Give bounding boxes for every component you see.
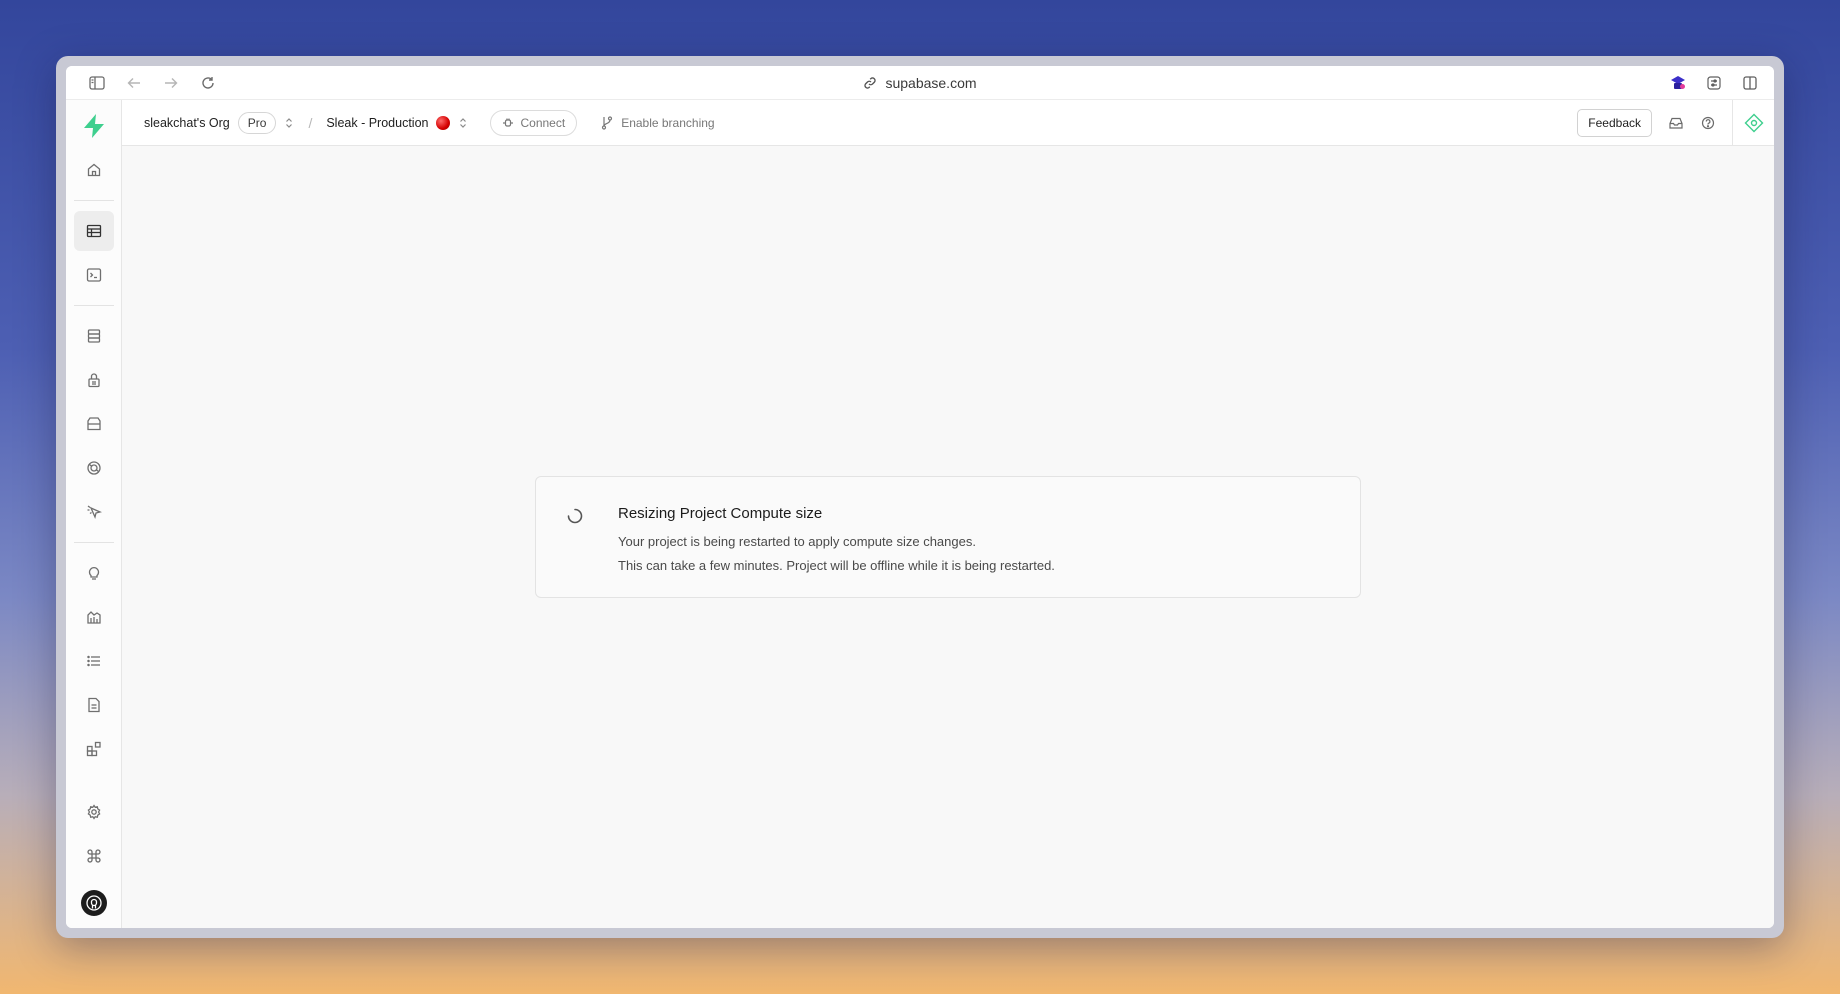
sidebar-divider	[73, 200, 114, 201]
loading-spinner-icon	[567, 508, 583, 524]
sidebar-item-realtime[interactable]	[74, 448, 114, 488]
sidebar	[66, 100, 122, 928]
integrations-icon	[86, 741, 101, 757]
connect-button[interactable]: Connect	[490, 109, 578, 136]
sidebar-divider	[73, 305, 114, 306]
topbar: sleakchat's Org Pro / Sleak - Production	[122, 100, 1774, 146]
advisors-bulb-icon	[88, 567, 99, 580]
help-icon[interactable]	[1692, 100, 1724, 146]
browser-chrome: supabase.com	[66, 66, 1774, 100]
settings-gear-icon	[87, 804, 100, 820]
topbar-actions: Feedback	[1577, 100, 1774, 146]
link-icon	[864, 77, 877, 89]
status-card-line-2: This can take a few minutes. Project wil…	[618, 558, 1055, 573]
chevron-updown-icon[interactable]	[284, 117, 294, 129]
ai-assistant-icon[interactable]	[1732, 100, 1774, 146]
sidebar-item-home[interactable]	[74, 150, 114, 190]
home-icon	[87, 163, 100, 177]
main-panel: sleakchat's Org Pro / Sleak - Production	[122, 100, 1774, 928]
auth-lock-icon	[87, 373, 100, 388]
browser-actions	[1662, 66, 1766, 100]
api-docs-icon	[87, 697, 100, 713]
org-name: sleakchat's Org	[144, 115, 230, 130]
sidebar-item-table-editor[interactable]	[73, 211, 114, 251]
sidebar-item-storage[interactable]	[74, 404, 114, 444]
user-avatar-icon	[85, 895, 102, 911]
content-area: Resizing Project Compute size Your proje…	[122, 146, 1774, 928]
sidebar-toggle-icon[interactable]	[78, 66, 115, 100]
status-card-text: Resizing Project Compute size Your proje…	[618, 505, 1055, 597]
sidebar-divider	[73, 542, 114, 543]
back-arrow-icon[interactable]	[115, 66, 152, 100]
sidebar-item-logs[interactable]	[74, 641, 114, 681]
realtime-icon	[86, 461, 101, 475]
plan-badge: Pro	[237, 111, 277, 134]
address-bar: supabase.com	[66, 66, 1774, 100]
feedback-button[interactable]: Feedback	[1577, 109, 1652, 137]
branching-label: Enable branching	[621, 115, 715, 130]
sidebar-item-advisors[interactable]	[74, 553, 114, 593]
sidebar-item-authentication[interactable]	[74, 360, 114, 400]
database-icon	[87, 329, 100, 343]
project-name: Sleak - Production	[326, 115, 429, 130]
sidebar-item-integrations[interactable]	[74, 729, 114, 769]
status-card-title: Resizing Project Compute size	[618, 505, 823, 522]
sidebar-item-reports[interactable]	[74, 597, 114, 637]
logs-icon	[86, 655, 100, 667]
url-text: supabase.com	[885, 75, 977, 91]
app-shell: sleakchat's Org Pro / Sleak - Production	[66, 100, 1774, 928]
extension-icon[interactable]	[1662, 66, 1694, 100]
status-card-line-1: Your project is being restarted to apply…	[618, 534, 976, 549]
sidebar-item-api-docs[interactable]	[74, 685, 114, 725]
sidebar-item-sql-editor[interactable]	[74, 255, 114, 295]
supabase-logo-icon[interactable]	[74, 106, 114, 146]
reload-icon[interactable]	[189, 66, 226, 100]
connect-label: Connect	[520, 115, 566, 130]
plug-icon	[503, 118, 514, 127]
breadcrumb-separator: /	[308, 114, 313, 131]
org-breadcrumb[interactable]: sleakchat's Org Pro	[144, 111, 294, 134]
edge-functions-icon	[87, 505, 102, 519]
sidebar-item-edge-functions[interactable]	[74, 492, 114, 532]
reader-settings-icon[interactable]	[1698, 66, 1730, 100]
forward-arrow-icon[interactable]	[152, 66, 189, 100]
browser-window: supabase.com sleakchat's Org Pro / Sleak…	[66, 66, 1774, 928]
sql-editor-icon	[86, 268, 101, 282]
sidebar-bottom	[74, 792, 114, 916]
reports-icon	[86, 611, 101, 624]
avatar[interactable]	[80, 890, 107, 916]
table-editor-icon	[86, 224, 101, 238]
resize-status-card: Resizing Project Compute size Your proje…	[535, 476, 1361, 598]
enable-branching-button[interactable]: Enable branching	[601, 115, 715, 130]
split-view-icon[interactable]	[1734, 66, 1766, 100]
sidebar-item-settings[interactable]	[74, 792, 114, 832]
inbox-icon[interactable]	[1660, 100, 1692, 146]
git-branch-icon	[602, 115, 613, 130]
storage-icon	[86, 417, 101, 431]
sidebar-item-command[interactable]	[74, 836, 114, 876]
address-bar-link[interactable]: supabase.com	[863, 75, 977, 91]
sidebar-item-database[interactable]	[74, 316, 114, 356]
project-status-indicator	[436, 115, 451, 130]
command-icon	[86, 849, 101, 863]
chevron-updown-icon[interactable]	[458, 117, 468, 129]
project-breadcrumb[interactable]: Sleak - Production	[326, 115, 468, 130]
browser-nav	[78, 66, 226, 100]
